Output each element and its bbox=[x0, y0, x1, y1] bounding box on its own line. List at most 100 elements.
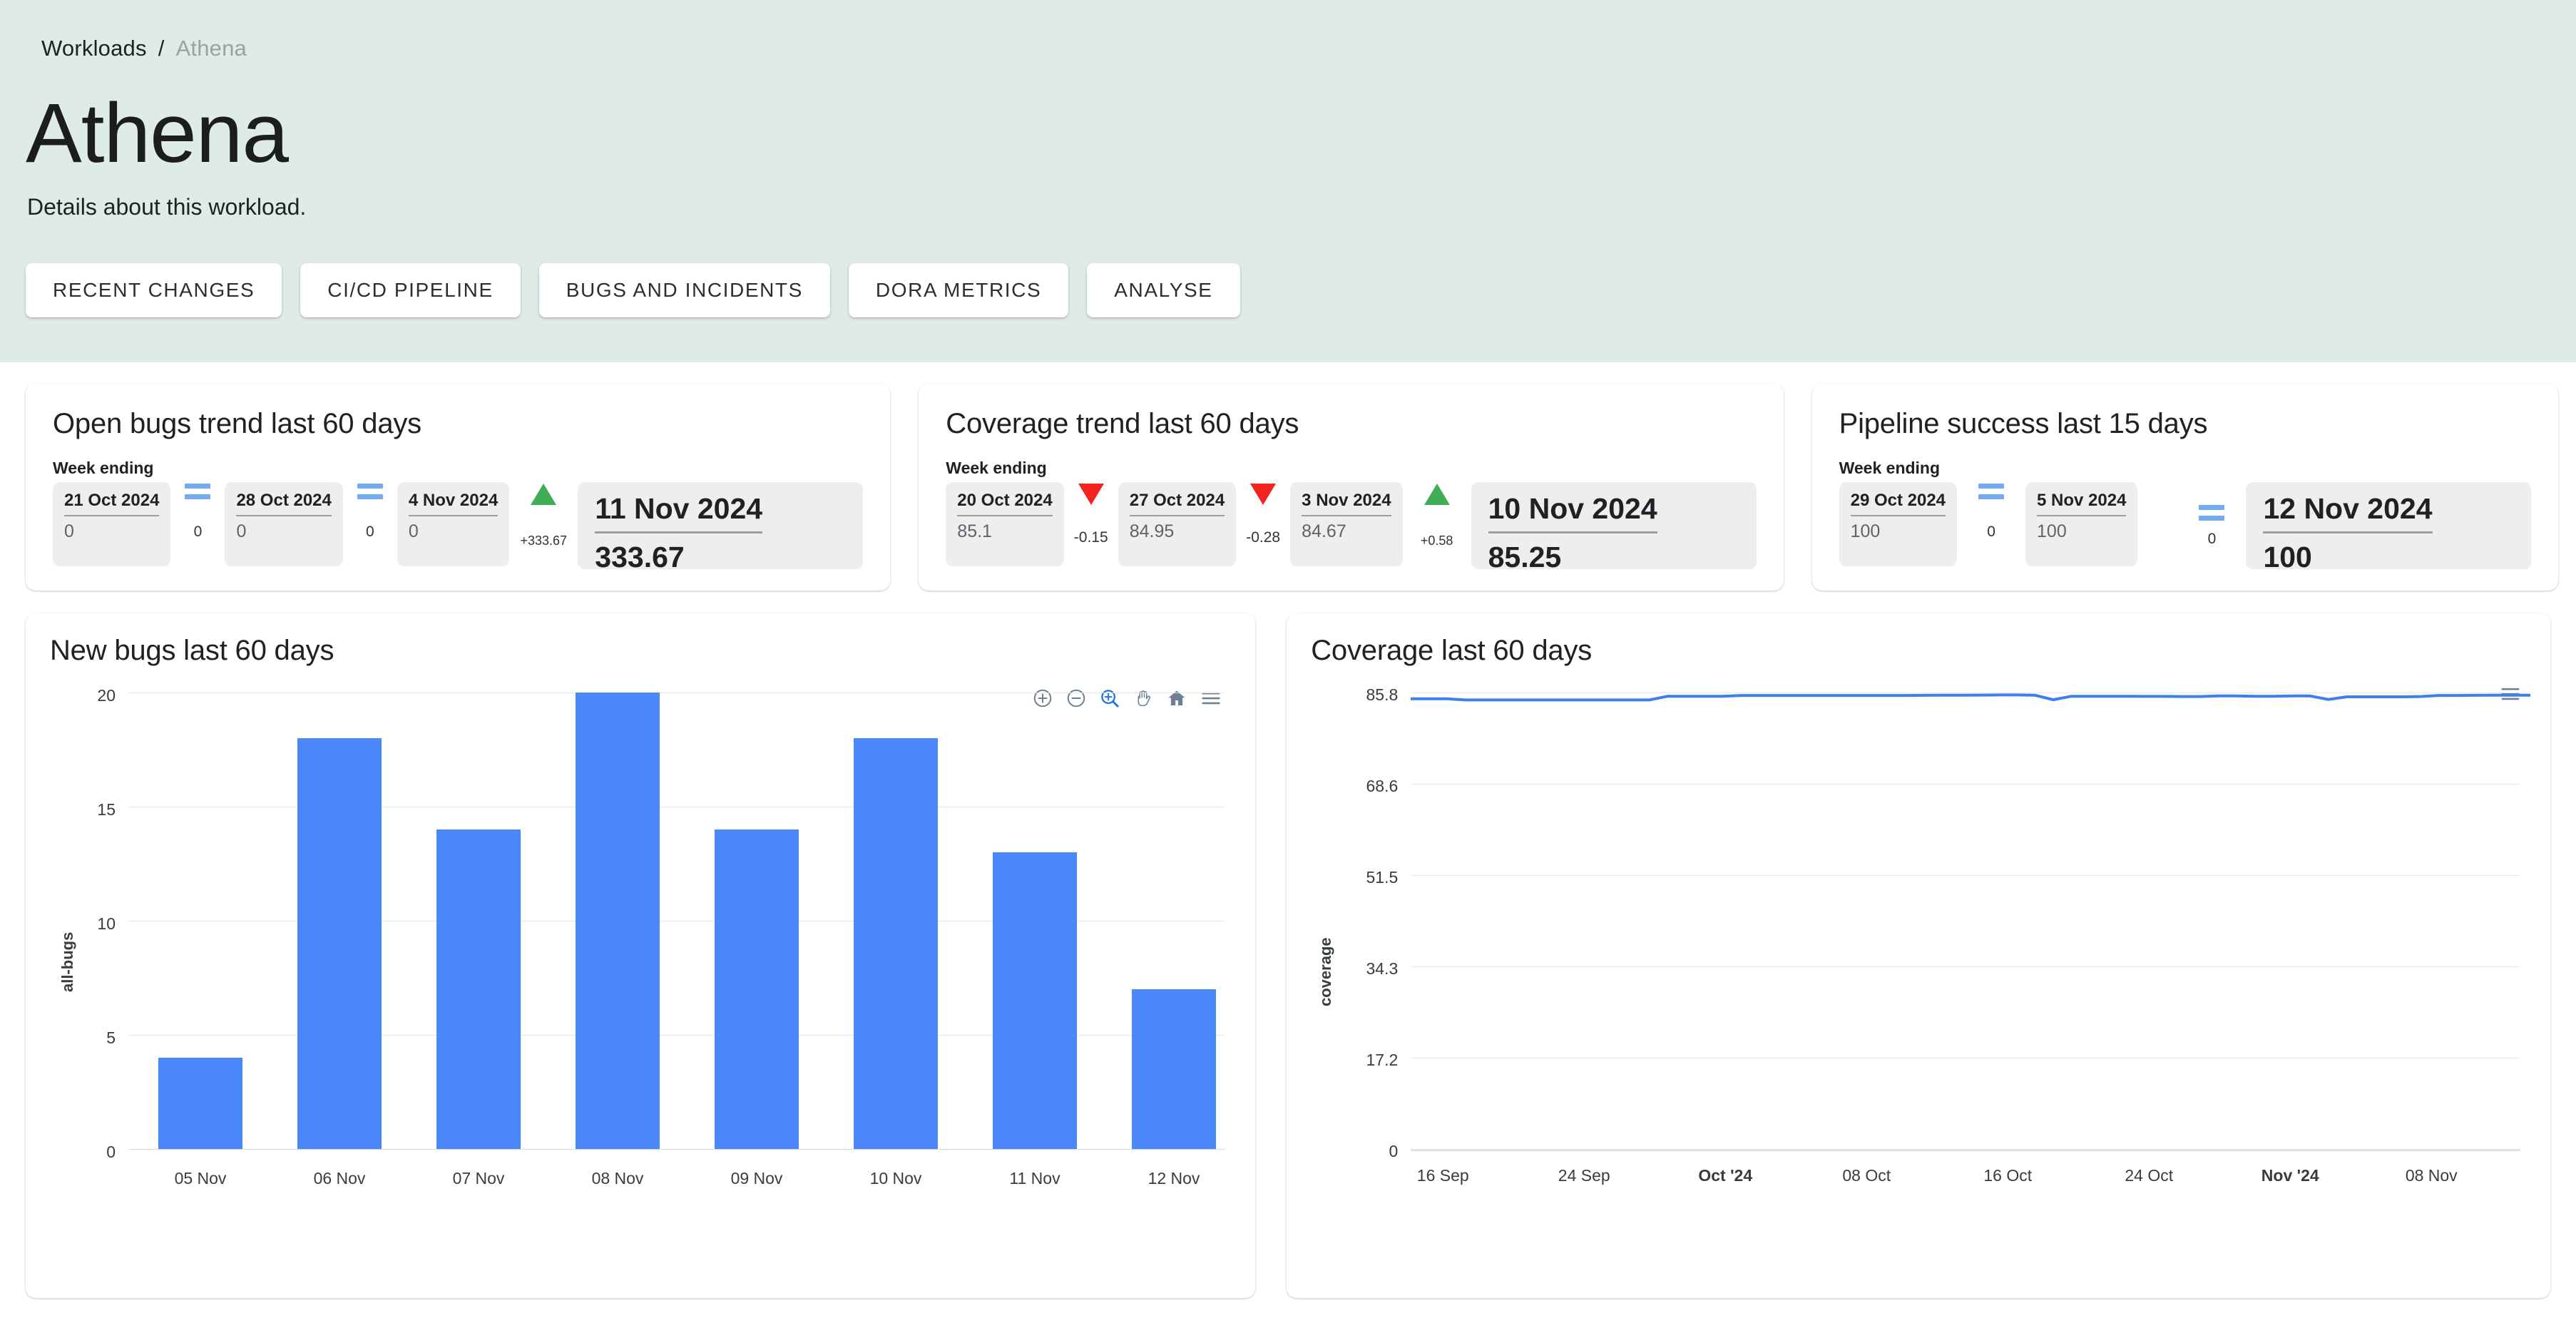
y-tick-label: 15 bbox=[97, 800, 116, 819]
trend-tile-latest: 10 Nov 2024 85.25 bbox=[1471, 482, 1757, 573]
trend-delta: +0.58 bbox=[1420, 533, 1453, 548]
stat-cards-row: Open bugs trend last 60 days Week ending… bbox=[0, 362, 2576, 591]
trend-tile: 4 Nov 2024 0 bbox=[397, 482, 510, 566]
trend-strip: 20 Oct 2024 85.1 -0.15 27 Oct 2024 84.95… bbox=[946, 482, 1757, 573]
page-header: Workloads / Athena Athena Details about … bbox=[0, 0, 2576, 362]
stat-card-coverage-trend: Coverage trend last 60 days Week ending … bbox=[919, 384, 1784, 591]
arrow-up-icon bbox=[531, 484, 557, 505]
equal-icon bbox=[1978, 484, 2005, 499]
x-tick-label: 07 Nov bbox=[452, 1169, 505, 1188]
latest-date: 10 Nov 2024 bbox=[1488, 492, 1657, 533]
trend-tile: 3 Nov 2024 84.67 bbox=[1290, 482, 1403, 566]
tab-bugs-and-incidents[interactable]: BUGS AND INCIDENTS bbox=[538, 263, 830, 317]
trend-tile-latest: 11 Nov 2024 333.67 bbox=[578, 482, 864, 573]
line-chart-plot: coverage 85.8 68.6 51.5 34.3 17.2 0 16 S… bbox=[1311, 685, 2531, 1285]
trend-tile-date: 21 Oct 2024 bbox=[64, 491, 160, 516]
x-axis-line bbox=[128, 1149, 1226, 1150]
latest-value: 333.67 bbox=[595, 541, 685, 573]
y-tick-label: 10 bbox=[97, 914, 116, 933]
x-tick-label: 08 Nov bbox=[591, 1169, 644, 1188]
bar[interactable] bbox=[297, 738, 382, 1149]
bar[interactable] bbox=[1132, 989, 1216, 1149]
trend-delta: 0 bbox=[193, 524, 203, 540]
week-ending-label: Week ending bbox=[1839, 459, 1941, 477]
equal-icon bbox=[185, 484, 211, 499]
bar[interactable] bbox=[715, 829, 799, 1149]
tab-ci-cd-pipeline[interactable]: CI/CD PIPELINE bbox=[300, 263, 521, 317]
breadcrumb-link-workloads[interactable]: Workloads bbox=[41, 36, 147, 61]
trend-tile: 29 Oct 2024 100 bbox=[1839, 482, 1958, 566]
trend-tile: 28 Oct 2024 0 bbox=[225, 482, 343, 566]
charts-row: New bugs last 60 days all-bugs 20 15 10 … bbox=[0, 591, 2576, 1298]
chart-card-new-bugs: New bugs last 60 days all-bugs 20 15 10 … bbox=[26, 613, 1256, 1298]
week-ending-label: Week ending bbox=[53, 459, 154, 477]
trend-tile-date: 29 Oct 2024 bbox=[1850, 491, 1946, 516]
tab-recent-changes[interactable]: RECENT CHANGES bbox=[26, 263, 282, 317]
x-tick-label: 06 Nov bbox=[313, 1169, 366, 1188]
latest-value: 100 bbox=[2263, 541, 2312, 573]
trend-strip: 29 Oct 2024 100 0 5 Nov 2024 100 0 12 No… bbox=[1839, 482, 2532, 573]
trend-indicator: 0 bbox=[2177, 482, 2246, 548]
trend-delta: 0 bbox=[2207, 531, 2217, 547]
stat-card-pipeline-success: Pipeline success last 15 days Week endin… bbox=[1811, 384, 2559, 591]
tab-dora-metrics[interactable]: DORA METRICS bbox=[848, 263, 1069, 317]
trend-tile-value: 100 bbox=[1850, 521, 1881, 541]
x-tick-label: 08 Nov bbox=[2405, 1166, 2458, 1185]
latest-date: 12 Nov 2024 bbox=[2263, 492, 2433, 533]
trend-tile-value: 84.95 bbox=[1129, 521, 1175, 541]
x-tick-label: 09 Nov bbox=[730, 1169, 783, 1188]
arrow-down-icon bbox=[1250, 484, 1277, 505]
chart-card-coverage: Coverage last 60 days coverage 85.8 68.6… bbox=[1287, 613, 2550, 1298]
latest-date: 11 Nov 2024 bbox=[595, 492, 763, 533]
trend-delta: 0 bbox=[1987, 524, 1995, 540]
y-tick-label: 34.3 bbox=[1366, 959, 1399, 978]
trend-tile-date: 3 Nov 2024 bbox=[1302, 491, 1391, 516]
bar[interactable] bbox=[576, 693, 660, 1149]
page-title: Athena bbox=[26, 86, 289, 180]
trend-indicator: 0 bbox=[170, 482, 225, 541]
y-tick-label: 85.8 bbox=[1366, 685, 1399, 704]
trend-tile-date: 20 Oct 2024 bbox=[957, 491, 1053, 516]
arrow-up-icon bbox=[1424, 484, 1450, 505]
trend-tile: 20 Oct 2024 85.1 bbox=[946, 482, 1064, 566]
trend-indicator: 0 bbox=[343, 482, 397, 541]
trend-tile-value: 85.1 bbox=[957, 521, 992, 541]
trend-indicator: +333.67 bbox=[509, 482, 578, 548]
bar[interactable] bbox=[436, 829, 521, 1149]
card-title: New bugs last 60 days bbox=[50, 635, 334, 666]
breadcrumb-separator: / bbox=[158, 36, 165, 61]
x-tick-label: 10 Nov bbox=[869, 1169, 922, 1188]
trend-delta: +333.67 bbox=[520, 533, 568, 548]
page-subtitle: Details about this workload. bbox=[27, 194, 307, 220]
y-tick-label: 5 bbox=[106, 1028, 116, 1047]
trend-tile: 27 Oct 2024 84.95 bbox=[1118, 482, 1237, 566]
trend-indicator: -0.28 bbox=[1236, 482, 1290, 546]
trend-tile: 21 Oct 2024 0 bbox=[53, 482, 171, 566]
arrow-down-icon bbox=[1078, 484, 1104, 505]
latest-value: 85.25 bbox=[1488, 541, 1562, 573]
bar[interactable] bbox=[158, 1058, 242, 1149]
bar[interactable] bbox=[993, 852, 1077, 1149]
trend-tile-value: 0 bbox=[64, 521, 74, 541]
coverage-line-series bbox=[1411, 693, 2531, 702]
trend-delta: -0.28 bbox=[1246, 529, 1281, 546]
card-title: Open bugs trend last 60 days bbox=[53, 408, 421, 439]
equal-icon bbox=[357, 484, 383, 499]
trend-indicator: 0 bbox=[1957, 482, 2025, 541]
trend-tile-value: 0 bbox=[236, 521, 247, 541]
trend-delta: -0.15 bbox=[1073, 529, 1108, 546]
trend-indicator: +0.58 bbox=[1403, 482, 1471, 548]
trend-tile: 5 Nov 2024 100 bbox=[2025, 482, 2138, 566]
trend-tile-value: 0 bbox=[408, 521, 419, 541]
bar[interactable] bbox=[854, 738, 938, 1149]
equal-icon bbox=[2199, 505, 2225, 521]
week-ending-label: Week ending bbox=[946, 459, 1047, 477]
y-tick-label: 51.5 bbox=[1366, 868, 1399, 887]
card-title: Pipeline success last 15 days bbox=[1839, 408, 2208, 439]
trend-tile-latest: 12 Nov 2024 100 bbox=[2246, 482, 2532, 573]
trend-tile-value: 84.67 bbox=[1302, 521, 1346, 541]
tab-analyse[interactable]: ANALYSE bbox=[1087, 263, 1240, 317]
x-tick-label: 05 Nov bbox=[174, 1169, 227, 1188]
bar-chart-y-axis-title: all-bugs bbox=[58, 931, 76, 992]
x-tick-label: 11 Nov bbox=[1009, 1169, 1060, 1188]
